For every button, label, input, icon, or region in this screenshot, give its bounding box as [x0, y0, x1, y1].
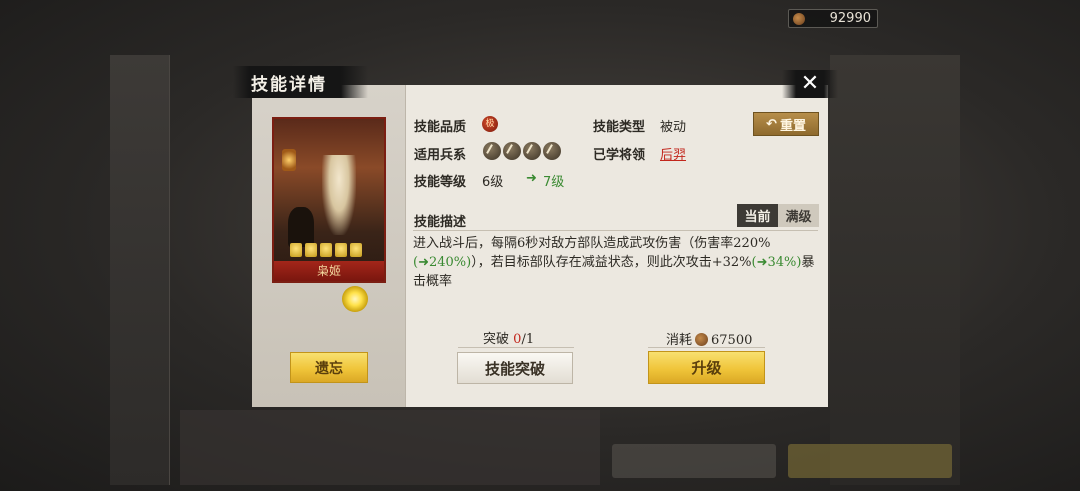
background-button [788, 444, 952, 478]
troop-type-icons [483, 142, 561, 160]
description-label: 技能描述 [414, 215, 467, 230]
reset-button[interactable]: ↶ 重置 [753, 112, 819, 136]
description-bonus: (➜34%) [751, 255, 802, 270]
card-figure [322, 155, 356, 235]
background-list [180, 410, 600, 485]
glowing-gem-icon[interactable] [342, 286, 368, 312]
level-next: 7级 [543, 175, 565, 190]
divider [458, 347, 574, 348]
description-text: ），若目标部队存在减益状态，则此次攻击+32% [471, 255, 752, 270]
description-text: 进入战斗后，每隔6秒对敌方部队造成武攻伤害（伤害率220% [413, 236, 771, 251]
currency-display: 92990 [788, 9, 878, 28]
level-mark-icon [320, 243, 332, 257]
cavalry-icon [503, 142, 521, 160]
close-button[interactable]: ✕ [782, 70, 838, 98]
card-level-marks [290, 243, 362, 257]
divider [648, 347, 765, 348]
reset-label: 重置 [779, 118, 806, 134]
skill-card: 枭姬 [272, 117, 386, 283]
close-icon: ✕ [800, 71, 820, 96]
background-button [612, 444, 776, 478]
type-value: 被动 [660, 120, 687, 135]
divider [413, 230, 818, 231]
modal-title-tab: 技能详情 [233, 66, 368, 98]
cost-label: 消耗 67500 [666, 329, 752, 348]
type-label: 技能类型 [593, 120, 646, 135]
level-arrow-icon: ➜ [526, 171, 537, 186]
quality-label: 技能品质 [414, 120, 467, 135]
copper-coin-icon [695, 333, 709, 346]
description-tabs: 当前 满级 [737, 204, 819, 227]
breakthrough-text: 突破 [483, 332, 510, 347]
undo-arrow-icon: ↶ [766, 116, 777, 132]
level-mark-icon [305, 243, 317, 257]
level-mark-icon [350, 243, 362, 257]
tab-max-level[interactable]: 满级 [778, 204, 819, 227]
quality-badge-icon: 极 [482, 116, 498, 132]
skill-breakthrough-button[interactable]: 技能突破 [457, 352, 573, 384]
skill-description: 进入战斗后，每隔6秒对敌方部队造成武攻伤害（伤害率220% (➜240%)），若目… [413, 234, 818, 291]
tab-current[interactable]: 当前 [737, 204, 778, 227]
learned-label: 已学将领 [593, 148, 646, 163]
background-right-panel [830, 55, 960, 485]
spear-icon [483, 142, 501, 160]
forget-button[interactable]: 遗忘 [290, 352, 368, 383]
cost-value: 67500 [711, 333, 753, 348]
background-left-panel [110, 55, 170, 485]
breakthrough-label: 突破 0/1 [483, 328, 534, 347]
shield-icon [523, 142, 541, 160]
level-label: 技能等级 [414, 175, 467, 190]
learned-general-link[interactable]: 后羿 [660, 144, 686, 163]
breakthrough-total: /1 [521, 332, 535, 347]
level-current: 6级 [482, 175, 504, 190]
lantern-icon [282, 149, 296, 171]
skill-name: 枭姬 [274, 261, 384, 281]
currency-value: 92990 [829, 11, 871, 26]
card-figure [288, 207, 314, 247]
troops-label: 适用兵系 [414, 148, 467, 163]
copper-coin-icon [793, 13, 805, 25]
description-bonus: (➜240%) [413, 255, 472, 270]
level-mark-icon [290, 243, 302, 257]
cost-text: 消耗 [666, 333, 693, 348]
level-mark-icon [335, 243, 347, 257]
bow-icon [543, 142, 561, 160]
upgrade-button[interactable]: 升级 [648, 351, 765, 384]
modal-title: 技能详情 [251, 74, 327, 95]
